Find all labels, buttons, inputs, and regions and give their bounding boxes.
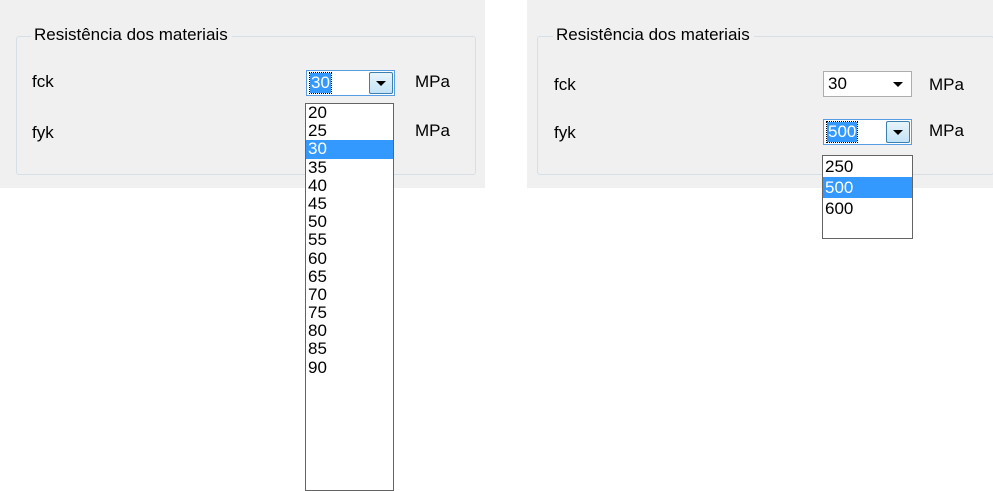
fck-label: fck bbox=[554, 75, 576, 94]
chevron-down-icon bbox=[376, 80, 386, 86]
fyk-dropdown-list[interactable]: 250 500 600 bbox=[822, 155, 913, 239]
materials-groupbox bbox=[537, 36, 993, 175]
dropdown-option[interactable]: 65 bbox=[306, 267, 393, 286]
dropdown-option[interactable]: 60 bbox=[306, 249, 393, 268]
dropdown-option[interactable]: 55 bbox=[306, 231, 393, 249]
dropdown-option[interactable]: 20 bbox=[306, 104, 393, 122]
fck-dropdown-list[interactable]: 20 25 30 35 40 45 50 55 60 65 70 75 80 85 90 bbox=[305, 103, 394, 491]
right-panel: Resistência dos materiais fck 30 MPa fyk… bbox=[527, 0, 993, 188]
dropdown-option[interactable]: 45 bbox=[306, 194, 393, 213]
dropdown-option[interactable]: 80 bbox=[306, 322, 393, 340]
dropdown-button[interactable] bbox=[886, 121, 910, 143]
fyk-unit: MPa bbox=[415, 121, 450, 140]
dropdown-option[interactable]: 600 bbox=[823, 198, 912, 219]
dropdown-button[interactable] bbox=[886, 73, 910, 95]
fck-value: 30 bbox=[828, 74, 847, 93]
dropdown-option[interactable]: 50 bbox=[306, 213, 393, 231]
dropdown-option[interactable]: 40 bbox=[306, 176, 393, 195]
fck-unit: MPa bbox=[415, 72, 450, 91]
fyk-label: fyk bbox=[32, 123, 54, 142]
group-title: Resistência dos materiais bbox=[31, 24, 232, 46]
fck-combobox[interactable]: 30 bbox=[823, 71, 912, 97]
fck-combobox[interactable]: 30 bbox=[306, 70, 395, 96]
fck-unit: MPa bbox=[929, 75, 964, 94]
chevron-down-icon bbox=[893, 129, 903, 135]
chevron-down-icon bbox=[893, 81, 903, 87]
dropdown-option[interactable]: 75 bbox=[306, 303, 393, 322]
dropdown-option[interactable]: 85 bbox=[306, 340, 393, 358]
materials-groupbox bbox=[16, 36, 476, 175]
fyk-label: fyk bbox=[554, 123, 576, 142]
fck-value: 30 bbox=[309, 72, 332, 94]
fyk-unit: MPa bbox=[929, 121, 964, 140]
fyk-combobox[interactable]: 500 bbox=[823, 119, 912, 145]
dropdown-button[interactable] bbox=[369, 72, 393, 94]
dropdown-option[interactable]: 250 bbox=[823, 156, 912, 177]
fck-label: fck bbox=[32, 72, 54, 91]
left-panel: Resistência dos materiais fck 30 MPa fyk… bbox=[0, 0, 485, 188]
dropdown-option[interactable]: 25 bbox=[306, 122, 393, 140]
dropdown-option[interactable]: 30 bbox=[306, 140, 393, 159]
dropdown-option[interactable]: 70 bbox=[306, 285, 393, 304]
dropdown-option[interactable]: 500 bbox=[823, 177, 912, 198]
fyk-value: 500 bbox=[825, 121, 859, 143]
dropdown-option[interactable]: 35 bbox=[306, 158, 393, 177]
dropdown-option[interactable]: 90 bbox=[306, 358, 393, 377]
group-title: Resistência dos materiais bbox=[553, 24, 754, 46]
